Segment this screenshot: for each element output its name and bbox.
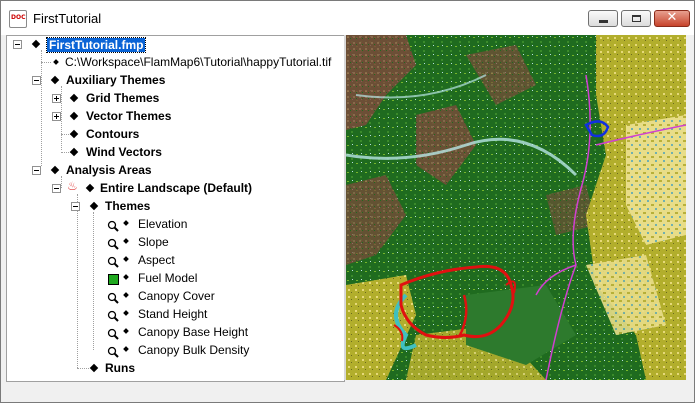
landscape-map-view[interactable] (346, 35, 686, 380)
close-button[interactable]: ✕ (654, 10, 690, 27)
tree-item-wind-vectors[interactable]: Wind Vectors (86, 145, 162, 159)
tree-item-grid-themes[interactable]: Grid Themes (86, 91, 159, 105)
minimize-icon (599, 20, 608, 23)
node-bullet-icon (85, 183, 95, 193)
collapse-toggle[interactable] (32, 76, 41, 85)
tree-layer-slope[interactable]: Slope (138, 235, 169, 249)
tree-root-project[interactable]: FirstTutorial.fmp (45, 37, 147, 53)
tree-item-runs[interactable]: Runs (105, 361, 135, 375)
node-bullet-icon (123, 328, 129, 334)
magnifier-icon (107, 256, 119, 268)
magnifier-icon (107, 346, 119, 358)
tree-layer-canopy-cover[interactable]: Canopy Cover (138, 289, 215, 303)
tree-layer-stand-height[interactable]: Stand Height (138, 307, 207, 321)
collapse-toggle[interactable] (71, 202, 80, 211)
node-bullet-icon (53, 59, 59, 65)
tree-layer-canopy-base-height[interactable]: Canopy Base Height (138, 325, 248, 339)
tree-connector (41, 50, 42, 166)
tree-layer-canopy-bulk-density[interactable]: Canopy Bulk Density (138, 343, 249, 357)
node-bullet-icon (123, 346, 129, 352)
tree-item-contours[interactable]: Contours (86, 127, 139, 141)
project-tree[interactable]: FirstTutorial.fmp C:\Workspace\FlamMap6\… (6, 35, 345, 382)
document-icon[interactable]: DOC (9, 10, 27, 28)
tree-connector (93, 212, 94, 350)
magnifier-icon (107, 292, 119, 304)
application-window: DOC FirstTutorial ✕ FirstTutorial.fmp C:… (0, 0, 695, 403)
node-bullet-icon (89, 363, 99, 373)
tree-connector (77, 368, 89, 369)
tree-item-analysis-areas[interactable]: Analysis Areas (66, 163, 152, 177)
magnifier-icon (107, 310, 119, 322)
node-bullet-icon (69, 147, 79, 157)
tree-layer-fuel-model[interactable]: Fuel Model (138, 271, 197, 285)
maximize-button[interactable] (621, 10, 651, 27)
magnifier-icon (107, 220, 119, 232)
node-bullet-icon (69, 111, 79, 121)
window-title: FirstTutorial (33, 11, 102, 26)
landscape-map-image (346, 35, 686, 380)
tree-connector (61, 176, 62, 188)
node-bullet-icon (123, 274, 129, 280)
fire-icon: ♨ (67, 179, 78, 193)
collapse-toggle[interactable] (52, 184, 61, 193)
node-bullet-icon (69, 93, 79, 103)
tree-item-vector-themes[interactable]: Vector Themes (86, 109, 171, 123)
title-bar[interactable]: DOC FirstTutorial ✕ (1, 1, 694, 35)
tree-layer-aspect[interactable]: Aspect (138, 253, 175, 267)
magnifier-icon (107, 238, 119, 250)
node-bullet-icon (123, 220, 129, 226)
node-bullet-icon (31, 39, 41, 49)
collapse-toggle[interactable] (13, 40, 22, 49)
node-bullet-icon (89, 201, 99, 211)
fuel-model-icon (108, 274, 119, 285)
tree-layer-elevation[interactable]: Elevation (138, 217, 187, 231)
node-bullet-icon (50, 75, 60, 85)
expand-toggle[interactable] (52, 112, 61, 121)
close-icon: ✕ (666, 10, 678, 25)
tree-connector (77, 194, 78, 368)
magnifier-icon (107, 328, 119, 340)
tree-connector (41, 62, 51, 63)
node-bullet-icon (123, 292, 129, 298)
node-bullet-icon (123, 256, 129, 262)
node-bullet-icon (69, 129, 79, 139)
tree-item-themes[interactable]: Themes (105, 199, 150, 213)
node-bullet-icon (123, 310, 129, 316)
collapse-toggle[interactable] (32, 166, 41, 175)
tree-item-entire-landscape[interactable]: Entire Landscape (Default) (100, 181, 252, 195)
tree-connector (61, 86, 62, 150)
tree-item-auxiliary-themes[interactable]: Auxiliary Themes (66, 73, 165, 87)
tree-item-landscape-file[interactable]: C:\Workspace\FlamMap6\Tutorial\happyTuto… (65, 55, 331, 69)
minimize-button[interactable] (588, 10, 618, 27)
expand-toggle[interactable] (52, 94, 61, 103)
maximize-icon (632, 15, 641, 22)
node-bullet-icon (50, 165, 60, 175)
node-bullet-icon (123, 238, 129, 244)
